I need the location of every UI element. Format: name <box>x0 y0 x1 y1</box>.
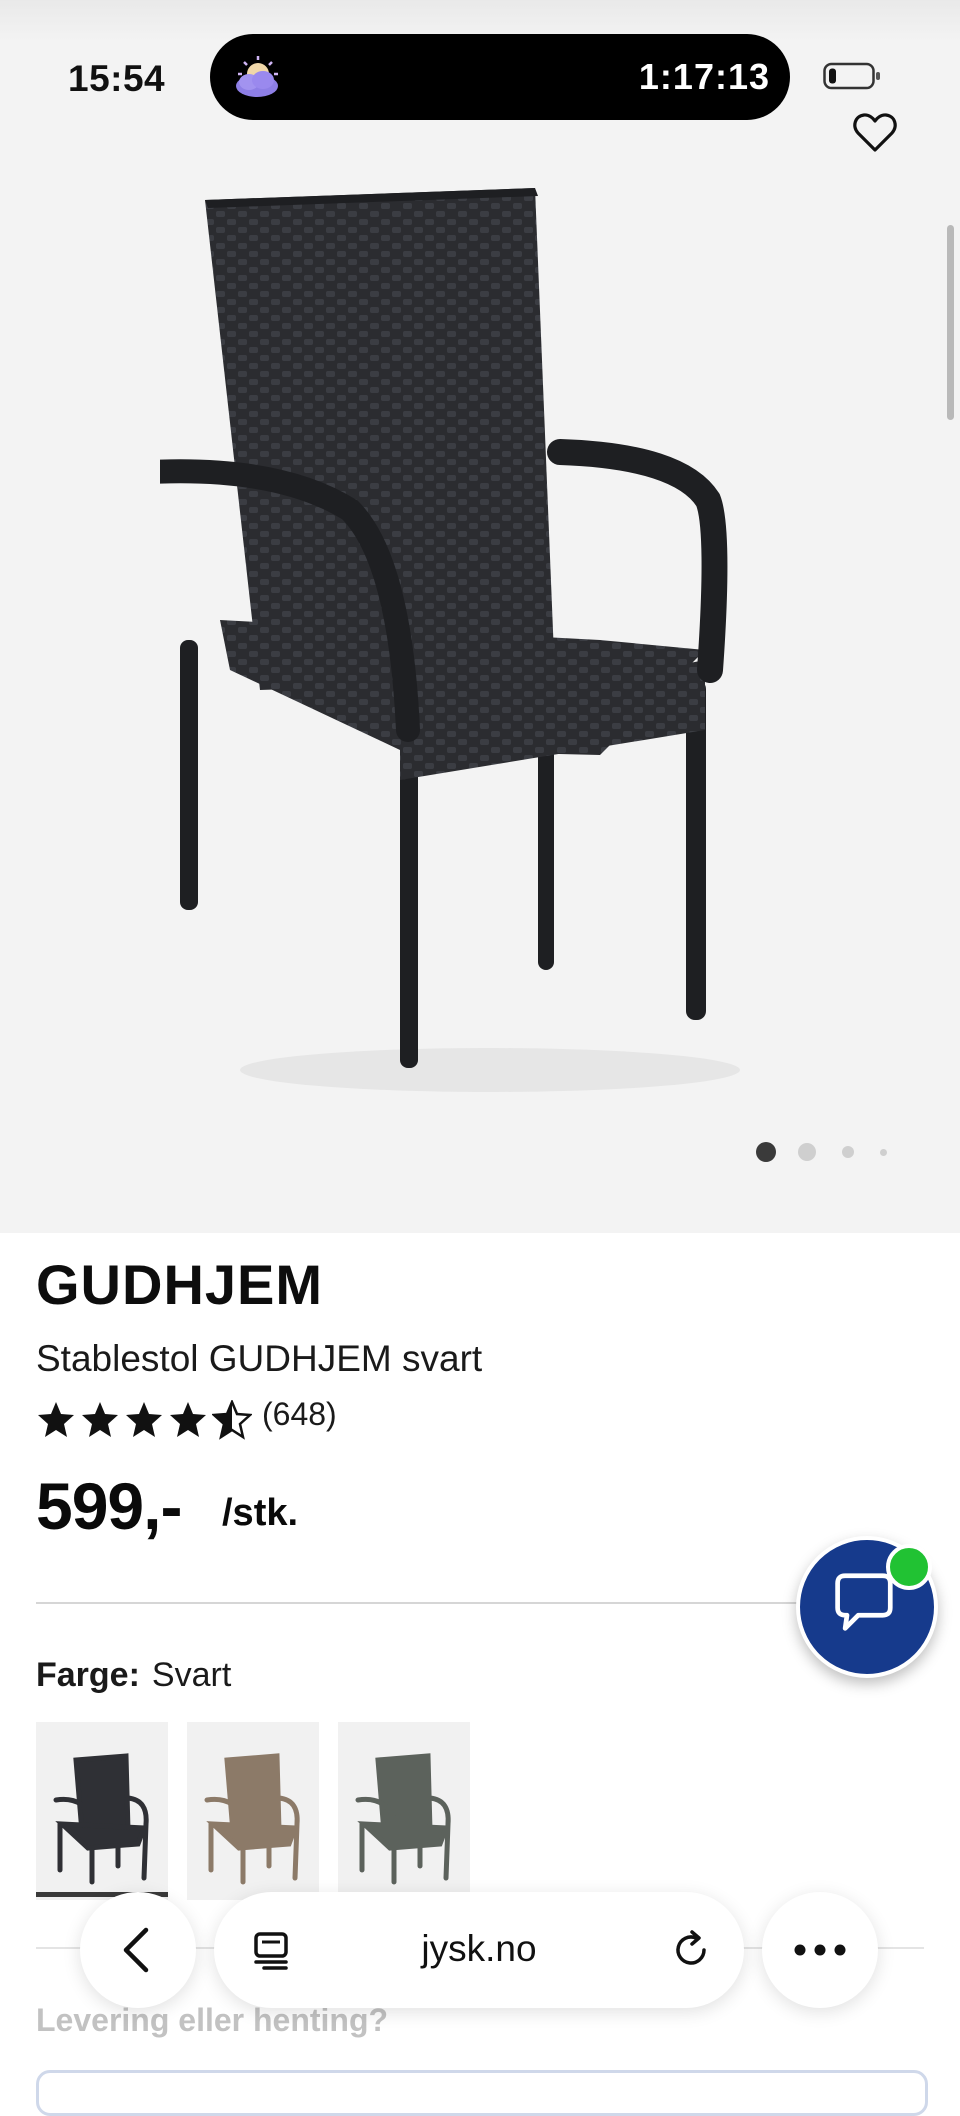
moon-cloud-icon <box>236 56 278 97</box>
review-count[interactable]: (648) <box>262 1396 337 1433</box>
image-pagination[interactable] <box>756 1140 896 1164</box>
pagination-dot[interactable] <box>880 1149 887 1156</box>
pagination-dot[interactable] <box>842 1146 854 1158</box>
product-price: 599,- <box>36 1469 182 1543</box>
status-time: 15:54 <box>68 58 166 99</box>
pagination-dot[interactable] <box>798 1143 816 1161</box>
section-divider <box>36 1602 924 1604</box>
online-status-dot <box>886 1544 932 1590</box>
product-image <box>160 188 740 1092</box>
browser-back-button[interactable] <box>80 1892 196 2008</box>
reload-icon[interactable] <box>670 1928 714 1972</box>
delivery-option-box[interactable] <box>36 2070 928 2116</box>
chair-thumbnail <box>53 1753 149 1885</box>
color-swatch-gronn[interactable] <box>338 1722 470 1900</box>
browser-more-button[interactable] <box>762 1892 878 2008</box>
star-full-icon <box>126 1402 162 1437</box>
pagination-dot-active[interactable] <box>756 1142 776 1162</box>
chair-thumbnail <box>204 1753 300 1885</box>
star-full-icon <box>82 1402 118 1437</box>
star-half-icon <box>212 1400 252 1440</box>
star-full-icon <box>38 1402 74 1437</box>
favorite-heart-icon[interactable] <box>852 110 898 156</box>
battery-icon <box>823 62 880 90</box>
rating-stars[interactable] <box>36 1398 252 1442</box>
color-label-row: Farge: Svart <box>36 1656 231 1695</box>
more-icon <box>794 1944 846 1956</box>
color-swatch-natur[interactable] <box>187 1722 319 1900</box>
star-full-icon <box>170 1402 206 1437</box>
price-unit: /stk. <box>222 1492 299 1534</box>
live-timer: 1:17:13 <box>638 56 770 97</box>
product-name: Stablestol GUDHJEM svart <box>36 1338 483 1379</box>
product-image-area[interactable] <box>0 0 960 1233</box>
browser-address-bar[interactable]: jysk.no <box>214 1892 744 2008</box>
dynamic-island[interactable]: 1:17:13 <box>210 34 790 120</box>
scroll-indicator[interactable] <box>947 225 954 420</box>
product-brand: GUDHJEM <box>36 1253 324 1316</box>
chair-thumbnail <box>355 1753 451 1885</box>
selected-color: Svart <box>151 1656 232 1694</box>
url-text: jysk.no <box>421 1928 537 1969</box>
chevron-left-icon <box>123 1927 149 1973</box>
color-swatch-svart[interactable] <box>36 1722 168 1900</box>
color-label: Farge: <box>36 1656 140 1694</box>
